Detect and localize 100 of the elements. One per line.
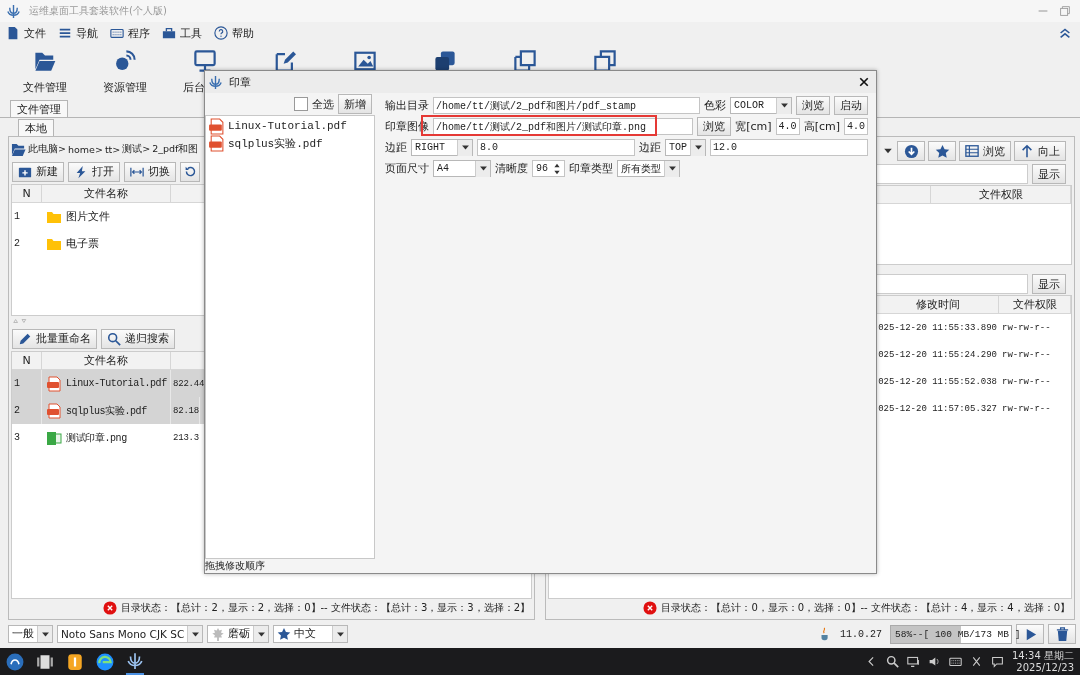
browse-button[interactable]: 浏览 — [697, 117, 732, 136]
image-icon[interactable] — [354, 50, 376, 72]
toolbar-label[interactable]: 后台 — [183, 80, 205, 95]
star-icon — [934, 143, 950, 159]
input-field[interactable]: 8.0 — [477, 139, 635, 156]
dropdown[interactable]: Noto Sans Mono CJK SC — [57, 625, 204, 643]
favorite-button[interactable] — [928, 141, 956, 161]
splitter-handle-icon[interactable] — [13, 318, 27, 324]
message-icon[interactable] — [991, 655, 1004, 668]
dropdown[interactable]: 一般 — [8, 625, 53, 643]
satellite-dish-icon[interactable] — [114, 50, 136, 72]
volume-icon[interactable] — [928, 655, 941, 668]
dropdown[interactable]: TOP — [665, 139, 706, 156]
input-field[interactable]: 4.0 — [844, 118, 868, 135]
image-file-icon — [46, 429, 62, 446]
dropdown[interactable]: 中文 — [273, 625, 349, 643]
search-icon[interactable] — [886, 655, 899, 668]
table-cell-text: rw-rw-r-- — [1001, 402, 1052, 416]
input-field[interactable]: /home/tt/测试/2_pdf和图片/pdf_stamp — [433, 97, 700, 114]
folder-icon[interactable] — [34, 50, 56, 72]
download-button[interactable] — [897, 141, 925, 161]
dropdown[interactable]: RIGHT — [411, 139, 473, 156]
column-header[interactable]: 文件权限 — [999, 296, 1071, 314]
square-frame-icon[interactable] — [514, 50, 536, 72]
breadcrumb-item[interactable]: 2_pdf和图 — [152, 142, 199, 156]
checkbox[interactable] — [294, 97, 308, 111]
multitask-icon[interactable] — [36, 652, 54, 671]
trash-button[interactable] — [1048, 624, 1076, 644]
cross-icon[interactable] — [970, 655, 983, 668]
table-cell-text: 025-12-20 11:55:24.290 — [877, 348, 998, 362]
menu-item[interactable]: 工具 — [162, 25, 202, 41]
breadcrumb-item[interactable]: tt> — [104, 143, 121, 155]
input-field[interactable]: 4.0 — [775, 118, 800, 135]
toolbar-label[interactable]: 资源管理 — [103, 80, 147, 95]
leaf-icon — [211, 627, 226, 641]
field-label: 页面尺寸 — [385, 161, 429, 176]
table-row[interactable]: 3 测试印章.png 213.3 — [12, 424, 531, 451]
menu-item[interactable]: 程序 — [110, 25, 150, 41]
list-item[interactable]: sqlplus实验.pdf — [228, 135, 323, 151]
display-icon[interactable] — [907, 655, 920, 668]
column-header[interactable]: 文件名称 — [42, 185, 171, 203]
toolbar-button[interactable]: 向上 — [1014, 141, 1066, 161]
refresh-icon — [183, 165, 197, 178]
close-icon[interactable] — [858, 76, 870, 88]
dropdown[interactable]: 磨砺 — [207, 625, 270, 643]
toolbar-button[interactable]: 切换 — [124, 161, 176, 182]
table-row[interactable]: 2 电子票 — [12, 230, 531, 257]
pdf-icon — [46, 375, 62, 392]
breadcrumb-item[interactable]: home> — [67, 143, 103, 155]
show-button[interactable]: 显示 — [1032, 274, 1066, 294]
input-field[interactable]: 12.0 — [710, 139, 868, 156]
dropdown[interactable]: COLOR — [730, 97, 792, 114]
tab[interactable]: 本地 — [18, 119, 54, 136]
checkbox-label[interactable]: 全选 — [312, 96, 334, 112]
keyboard-icon[interactable] — [949, 655, 962, 668]
overlapping-squares-icon[interactable] — [594, 50, 616, 72]
menu-icon — [58, 26, 72, 40]
menu-item[interactable]: 导航 — [58, 25, 98, 41]
column-header[interactable]: N — [12, 185, 42, 203]
table-cell-text: rw-rw-r-- — [1001, 321, 1052, 335]
browse-button[interactable]: 启动 — [834, 96, 868, 115]
file-name: 电子票 — [66, 236, 99, 251]
action-button[interactable]: 批量重命名 — [12, 328, 97, 349]
caret-icon — [459, 142, 471, 153]
toolbar-button[interactable]: 打开 — [68, 161, 120, 182]
launcher-icon[interactable] — [6, 652, 24, 671]
file-name: 测试印章.png — [66, 431, 127, 445]
list-item[interactable]: Linux-Tutorial.pdf — [228, 120, 347, 132]
dropdown[interactable]: 所有类型 — [617, 160, 680, 177]
stacked-squares-icon[interactable] — [434, 50, 456, 72]
edit-icon[interactable] — [274, 50, 296, 72]
trash-icon — [1054, 626, 1070, 642]
table-cell-text: 025-12-20 11:55:52.038 — [877, 375, 998, 389]
spinner[interactable]: 96 — [532, 160, 565, 177]
app-icon[interactable] — [66, 652, 84, 671]
action-button[interactable]: 递归搜索 — [101, 328, 175, 349]
breadcrumb-item[interactable]: 此电脑> — [28, 142, 66, 156]
show-button[interactable]: 显示 — [1032, 164, 1066, 184]
toolbar-label[interactable]: 文件管理 — [23, 80, 67, 95]
browse-button[interactable]: 浏览 — [796, 96, 830, 115]
browser-icon[interactable] — [96, 652, 114, 671]
refresh-button[interactable] — [180, 161, 200, 182]
breadcrumb-item[interactable]: 测试> — [122, 142, 151, 156]
menu-item[interactable]: 文件 — [6, 25, 46, 41]
list-icon — [965, 144, 979, 158]
collapse-icon[interactable] — [1058, 26, 1072, 40]
dropdown[interactable]: A4 — [433, 160, 491, 177]
table-row[interactable]: 1 图片文件 — [12, 203, 531, 230]
run-button[interactable] — [1016, 624, 1044, 644]
toolbar-button[interactable]: 新建 — [12, 161, 64, 182]
caret-icon — [778, 100, 790, 111]
error-icon — [643, 601, 658, 615]
menu-item[interactable]: 帮助 — [214, 25, 254, 41]
logo-icon[interactable] — [126, 651, 144, 670]
star-icon — [277, 627, 292, 641]
table-cell-text: rw-rw-r-- — [1001, 348, 1052, 362]
tab[interactable]: 文件管理 — [10, 100, 68, 117]
field-label: 高[cm] — [803, 119, 840, 134]
add-button[interactable]: 新增 — [338, 94, 372, 114]
toolbar-button[interactable]: 浏览 — [959, 141, 1011, 161]
